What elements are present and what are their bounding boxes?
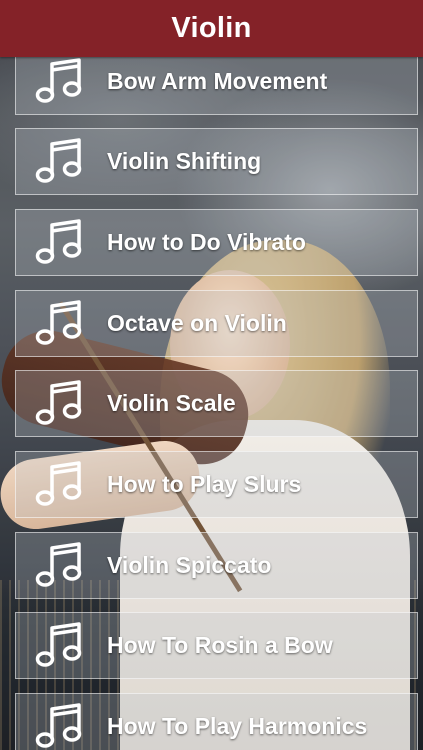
list-item-label: Octave on Violin [107, 310, 287, 336]
list-item-how-to-do-vibrato[interactable]: How to Do Vibrato [15, 209, 418, 276]
list-item-violin-scale[interactable]: Violin Scale [15, 370, 418, 437]
music-note-icon [16, 613, 104, 678]
list-item-octave-on-violin[interactable]: Octave on Violin [15, 290, 418, 357]
list-item-label: How To Rosin a Bow [107, 632, 333, 658]
list-item-label: Violin Shifting [107, 148, 262, 174]
list-item-label: How To Play Harmonics [107, 713, 368, 739]
app-screen: Bow Arm Movement Violin Shifting How to … [0, 0, 423, 750]
music-note-icon [16, 210, 104, 275]
music-note-icon [16, 533, 104, 598]
list-item-label: How to Do Vibrato [107, 229, 306, 255]
lesson-list: Bow Arm Movement Violin Shifting How to … [0, 0, 423, 750]
music-note-icon [16, 49, 104, 114]
list-item-label: Bow Arm Movement [107, 68, 328, 94]
list-item-how-to-play-slurs[interactable]: How to Play Slurs [15, 451, 418, 518]
music-note-icon [16, 694, 104, 750]
list-item-violin-shifting[interactable]: Violin Shifting [15, 128, 418, 195]
music-note-icon [16, 129, 104, 194]
music-note-icon [16, 291, 104, 356]
app-header: Violin [0, 0, 423, 57]
list-item-label: How to Play Slurs [107, 471, 302, 497]
list-item-violin-spiccato[interactable]: Violin Spiccato [15, 532, 418, 599]
list-item-bow-arm-movement[interactable]: Bow Arm Movement [15, 48, 418, 115]
music-note-icon [16, 452, 104, 517]
music-note-icon [16, 371, 104, 436]
list-item-how-to-play-harmonics[interactable]: How To Play Harmonics [15, 693, 418, 750]
page-title: Violin [171, 12, 252, 44]
list-item-label: Violin Spiccato [107, 552, 272, 578]
list-item-how-to-rosin-a-bow[interactable]: How To Rosin a Bow [15, 612, 418, 679]
list-item-label: Violin Scale [107, 390, 236, 416]
